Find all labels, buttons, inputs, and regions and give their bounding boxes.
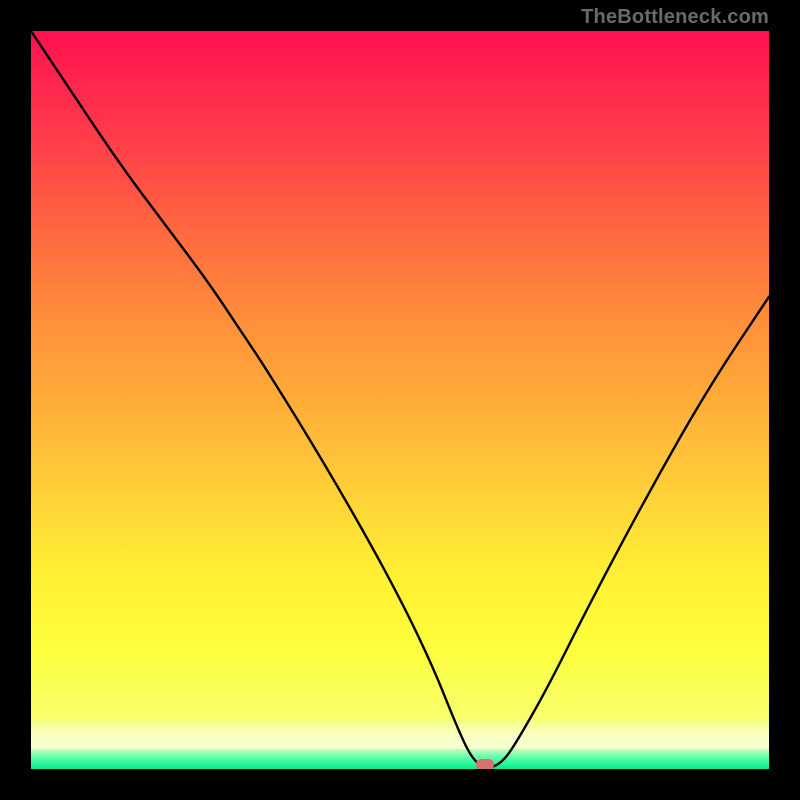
chart-frame: TheBottleneck.com <box>0 0 800 800</box>
watermark-text: TheBottleneck.com <box>581 6 769 29</box>
plot-area <box>31 31 769 769</box>
bottleneck-marker <box>476 759 494 769</box>
bottleneck-curve <box>31 31 769 769</box>
